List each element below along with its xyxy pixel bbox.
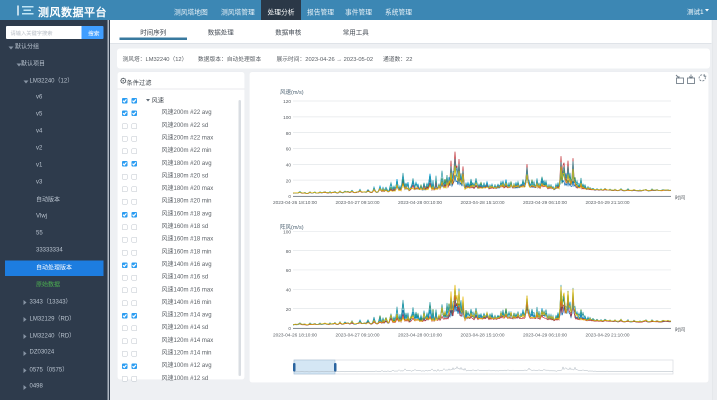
svg-text:2023-04-27 09:10:00: 2023-04-27 09:10:00 bbox=[335, 200, 379, 206]
svg-text:2023-04-28 00:10:00: 2023-04-28 00:10:00 bbox=[398, 200, 442, 206]
svg-text:2023-04-26 18:10:00: 2023-04-26 18:10:00 bbox=[273, 200, 317, 206]
svg-text:40: 40 bbox=[286, 163, 292, 169]
svg-text:2023-04-28 15:10:00: 2023-04-28 15:10:00 bbox=[460, 333, 504, 339]
svg-text:风速(m/s): 风速(m/s) bbox=[280, 89, 304, 96]
svg-text:100: 100 bbox=[283, 115, 291, 121]
svg-text:2023-04-29 06:10:00: 2023-04-29 06:10:00 bbox=[523, 200, 567, 206]
svg-text:20: 20 bbox=[286, 307, 292, 313]
svg-text:2023-04-26 18:10:00: 2023-04-26 18:10:00 bbox=[273, 333, 317, 339]
svg-text:0: 0 bbox=[288, 194, 291, 200]
svg-text:80: 80 bbox=[286, 131, 292, 137]
svg-text:100: 100 bbox=[283, 230, 291, 236]
svg-text:20: 20 bbox=[286, 178, 292, 184]
svg-text:120: 120 bbox=[283, 99, 291, 105]
svg-text:2023-04-27 09:10:00: 2023-04-27 09:10:00 bbox=[335, 333, 379, 339]
svg-text:时间: 时间 bbox=[675, 327, 685, 334]
svg-text:2023-04-29 21:10:00: 2023-04-29 21:10:00 bbox=[585, 200, 629, 206]
svg-text:60: 60 bbox=[286, 147, 292, 153]
svg-text:2023-04-28 00:10:00: 2023-04-28 00:10:00 bbox=[398, 333, 442, 339]
svg-text:0: 0 bbox=[288, 326, 291, 332]
svg-text:时间: 时间 bbox=[675, 195, 685, 202]
svg-text:2023-04-28 15:10:00: 2023-04-28 15:10:00 bbox=[460, 200, 504, 206]
svg-text:2023-04-29 21:10:00: 2023-04-29 21:10:00 bbox=[585, 333, 629, 339]
svg-text:80: 80 bbox=[286, 249, 292, 255]
svg-text:60: 60 bbox=[286, 268, 292, 274]
svg-text:40: 40 bbox=[286, 288, 292, 294]
svg-text:2023-04-29 06:10:00: 2023-04-29 06:10:00 bbox=[523, 333, 567, 339]
